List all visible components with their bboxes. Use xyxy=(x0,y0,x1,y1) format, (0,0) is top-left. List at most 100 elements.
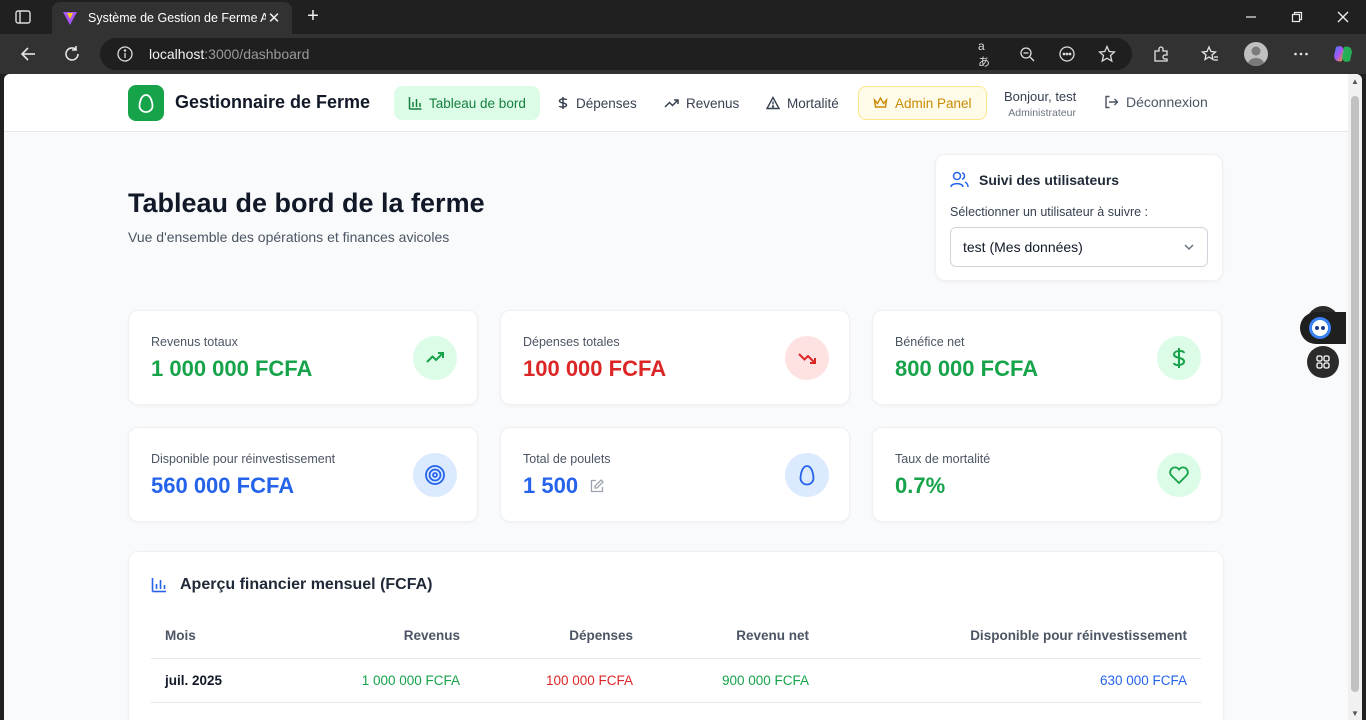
minimize-icon[interactable] xyxy=(1228,0,1274,34)
back-icon[interactable] xyxy=(17,43,39,65)
table-header-row: Mois Revenus Dépenses Revenu net Disponi… xyxy=(151,614,1201,659)
cell-reinvestment: 630 000 FCFA xyxy=(823,658,1201,703)
nav-revenues[interactable]: Revenus xyxy=(650,86,753,120)
target-icon xyxy=(413,453,457,497)
stat-value: 0.7% xyxy=(895,473,946,498)
stat-card-net-profit: Bénéfice net 800 000 FCFA xyxy=(872,310,1222,405)
nav-dashboard-label: Tableau de bord xyxy=(429,95,526,111)
page-viewport: Gestionnaire de Ferme Tableau de bord Dé… xyxy=(4,74,1362,720)
tracker-heading: Suivi des utilisateurs xyxy=(950,171,1119,188)
nav-admin-panel[interactable]: Admin Panel xyxy=(858,86,987,120)
browser-toolbar: localhost:3000/dashboard aあ xyxy=(0,34,1366,74)
read-aloud-icon[interactable]: aあ xyxy=(978,39,996,69)
col-header-revenues[interactable]: Revenus xyxy=(291,614,474,659)
user-select[interactable]: test (Mes données) xyxy=(950,227,1208,267)
col-header-expenses[interactable]: Dépenses xyxy=(474,614,647,659)
monthly-title: Aperçu financier mensuel (FCFA) xyxy=(180,576,433,593)
bar-chart-icon xyxy=(151,578,166,593)
cell-month: juil. 2025 xyxy=(151,658,291,703)
stat-value: 1 000 000 FCFA xyxy=(151,356,313,381)
trending-down-icon xyxy=(785,336,829,380)
tracker-title: Suivi des utilisateurs xyxy=(979,171,1120,188)
col-header-month[interactable]: Mois xyxy=(151,614,291,659)
monthly-overview-card: Aperçu financier mensuel (FCFA) Mois Rev… xyxy=(128,551,1224,720)
table-row: juil. 2025 1 000 000 FCFA 100 000 FCFA 9… xyxy=(151,658,1201,703)
scrollbar-thumb[interactable] xyxy=(1351,96,1359,692)
cell-net-revenue: 900 000 FCFA xyxy=(647,658,823,703)
warning-icon xyxy=(766,96,780,110)
copilot-icon[interactable] xyxy=(1332,43,1354,65)
trending-up-icon xyxy=(664,99,679,108)
stat-label: Dépenses totales xyxy=(523,335,620,349)
favorite-star-icon[interactable] xyxy=(1098,45,1116,63)
assistant-bot-icon[interactable] xyxy=(1300,312,1346,344)
egg-icon xyxy=(138,94,154,113)
user-greeting: Bonjour, test Administrateur xyxy=(1004,89,1076,119)
scroll-up-icon[interactable]: ▲ xyxy=(1351,78,1359,86)
crown-icon xyxy=(873,96,888,108)
edit-icon[interactable] xyxy=(590,479,604,493)
nav-mortality-label: Mortalité xyxy=(787,95,839,111)
tab-actions-icon[interactable] xyxy=(14,8,32,26)
more-site-actions-icon[interactable] xyxy=(1058,45,1076,63)
browser-titlebar: Système de Gestion de Ferme Avi ✕ + xyxy=(0,0,1366,34)
settings-more-icon[interactable] xyxy=(1290,43,1312,65)
address-bar[interactable]: localhost:3000/dashboard aあ xyxy=(100,38,1132,70)
stat-card-total-expenses: Dépenses totales 100 000 FCFA xyxy=(500,310,850,405)
favorites-icon[interactable] xyxy=(1199,43,1221,65)
browser-tab[interactable]: Système de Gestion de Ferme Avi ✕ xyxy=(52,2,292,34)
stat-value: 560 000 FCFA xyxy=(151,473,295,498)
nav-expenses[interactable]: Dépenses xyxy=(543,86,651,120)
stat-value: 100 000 FCFA xyxy=(523,356,667,381)
stat-label: Bénéfice net xyxy=(895,335,965,349)
site-info-icon[interactable] xyxy=(116,45,134,63)
stat-card-reinvestment: Disponible pour réinvestissement 560 000… xyxy=(128,427,478,522)
extensions-icon[interactable] xyxy=(1150,43,1172,65)
stat-card-total-revenue: Revenus totaux 1 000 000 FCFA xyxy=(128,310,478,405)
stat-card-total-chickens: Total de poulets 1 500 xyxy=(500,427,850,522)
logout-label: Déconnexion xyxy=(1126,94,1208,110)
vite-favicon-icon xyxy=(63,12,77,25)
col-header-net-revenue[interactable]: Revenu net xyxy=(647,614,823,659)
dollar-icon xyxy=(558,97,568,109)
zoom-out-icon[interactable] xyxy=(1018,45,1036,63)
heart-icon xyxy=(1157,453,1201,497)
user-tracking-card: Suivi des utilisateurs Sélectionner un u… xyxy=(935,154,1223,281)
tracker-select-label: Sélectionner un utilisateur à suivre : xyxy=(950,205,1149,219)
users-icon xyxy=(950,171,969,188)
profile-avatar-icon[interactable] xyxy=(1244,42,1268,66)
brand-logo[interactable] xyxy=(128,85,164,121)
nav-expenses-label: Dépenses xyxy=(576,95,637,111)
monthly-heading: Aperçu financier mensuel (FCFA) xyxy=(151,576,433,594)
dollar-icon xyxy=(1157,336,1201,380)
page-scrollbar[interactable]: ▲ ▼ xyxy=(1348,74,1362,720)
stat-label: Disponible pour réinvestissement xyxy=(151,452,336,466)
close-tab-icon[interactable]: ✕ xyxy=(266,9,282,27)
reload-icon[interactable] xyxy=(61,43,83,65)
user-role: Administrateur xyxy=(1008,107,1076,119)
greeting-text: Bonjour, test xyxy=(1004,89,1077,104)
page-title: Tableau de bord de la ferme xyxy=(128,188,485,218)
new-tab-icon[interactable]: + xyxy=(302,6,324,28)
stat-label: Taux de mortalité xyxy=(895,452,991,466)
app-navbar: Gestionnaire de Ferme Tableau de bord Dé… xyxy=(4,74,1348,132)
cell-expenses: 100 000 FCFA xyxy=(474,658,647,703)
url-text[interactable]: localhost:3000/dashboard xyxy=(149,46,309,62)
nav-mortality[interactable]: Mortalité xyxy=(752,86,853,120)
close-window-icon[interactable] xyxy=(1320,0,1366,34)
col-header-reinvestment[interactable]: Disponible pour réinvestissement xyxy=(823,614,1201,659)
brand-name[interactable]: Gestionnaire de Ferme xyxy=(175,92,370,113)
nav-dashboard[interactable]: Tableau de bord xyxy=(394,86,540,120)
nav-revenues-label: Revenus xyxy=(686,95,740,111)
egg-icon xyxy=(785,453,829,497)
scroll-down-icon[interactable]: ▼ xyxy=(1351,710,1359,718)
trending-up-icon xyxy=(413,336,457,380)
cell-revenues: 1 000 000 FCFA xyxy=(291,658,474,703)
stat-label: Total de poulets xyxy=(523,452,611,466)
tab-title: Système de Gestion de Ferme Avi xyxy=(88,11,266,25)
apps-grid-icon[interactable] xyxy=(1307,346,1339,378)
logout-button[interactable]: Déconnexion xyxy=(1104,94,1208,110)
restore-icon[interactable] xyxy=(1274,0,1320,34)
stat-value: 800 000 FCFA xyxy=(895,356,1039,381)
stat-value: 1 500 xyxy=(523,473,579,498)
